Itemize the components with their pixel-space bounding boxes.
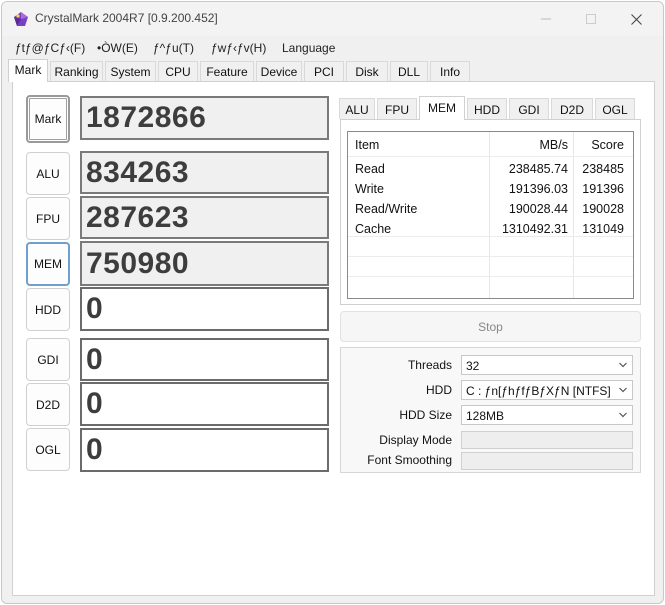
subtab-d2d[interactable]: D2D	[551, 98, 593, 119]
hdd-value: C : ƒn[ƒhƒfƒBƒXƒN [NTFS]	[466, 384, 611, 398]
tab-cpu[interactable]: CPU	[158, 61, 198, 81]
menu-file[interactable]: ƒtƒ@ƒCƒ‹(F)	[15, 41, 85, 55]
subtab-alu[interactable]: ALU	[339, 98, 375, 119]
chevron-down-icon	[619, 387, 627, 393]
menu-language[interactable]: Language	[282, 41, 335, 55]
tab-disk[interactable]: Disk	[346, 61, 388, 81]
header-item[interactable]: Item	[355, 132, 379, 156]
mark-panel: Mark 1872866 ALU 834263 FPU 287623 MEM 7…	[12, 81, 655, 596]
menu-bar: ƒtƒ@ƒCƒ‹(F) •ÒW(E) ƒ^ƒu(T) ƒwƒ‹ƒv(H) Lan…	[2, 38, 663, 58]
row-read-mbs: 238485.74	[508, 162, 568, 176]
subtab-ogl[interactable]: OGL	[595, 98, 635, 119]
chevron-down-icon	[619, 412, 627, 418]
row-write-score: 191396	[582, 182, 624, 196]
subtab-hdd[interactable]: HDD	[467, 98, 507, 119]
row-read-item: Read	[355, 162, 385, 176]
display-mode-field[interactable]	[461, 431, 633, 449]
row-readwrite-mbs: 190028.44	[508, 202, 568, 216]
hdd-score: 0	[80, 287, 329, 331]
settings-group: Threads 32 HDD C : ƒn[ƒhƒfƒBƒXƒN [NTFS] …	[340, 347, 641, 473]
subtab-gdi[interactable]: GDI	[509, 98, 549, 119]
tab-system[interactable]: System	[105, 61, 156, 81]
app-window: CrystalMark 2004R7 [0.9.200.452] ƒtƒ@ƒCƒ…	[1, 1, 664, 604]
row-readwrite-score: 190028	[582, 202, 624, 216]
header-mbs[interactable]: MB/s	[490, 132, 568, 156]
mem-result-table: Item MB/s Score Read 238485.74 238485 Wr…	[347, 131, 634, 299]
font-smoothing-label: Font Smoothing	[367, 453, 452, 467]
tab-ranking[interactable]: Ranking	[50, 61, 103, 81]
title-bar: CrystalMark 2004R7 [0.9.200.452]	[2, 2, 663, 36]
row-write-mbs: 191396.03	[508, 182, 568, 196]
maximize-icon	[586, 14, 596, 24]
hdd-button[interactable]: HDD	[26, 288, 70, 331]
mark-button[interactable]: Mark	[26, 95, 70, 143]
crystalmark-icon	[14, 12, 28, 26]
mem-button[interactable]: MEM	[26, 242, 70, 286]
header-score[interactable]: Score	[574, 132, 624, 156]
tab-mark[interactable]: Mark	[8, 59, 48, 82]
hdd-size-value: 128MB	[466, 409, 505, 423]
d2d-button[interactable]: D2D	[26, 383, 70, 426]
font-smoothing-field[interactable]	[461, 452, 633, 470]
stop-button[interactable]: Stop	[340, 311, 641, 342]
ogl-button[interactable]: OGL	[26, 428, 70, 471]
row-cache-mbs: 1310492.31	[501, 222, 568, 236]
close-button[interactable]	[613, 2, 659, 36]
hdd-size-label: HDD Size	[399, 408, 452, 422]
minimize-icon	[541, 18, 551, 20]
gdi-button[interactable]: GDI	[26, 338, 70, 381]
window-title: CrystalMark 2004R7 [0.9.200.452]	[35, 11, 218, 25]
row-cache-score: 131049	[582, 222, 624, 236]
row-readwrite-item: Read/Write	[355, 202, 418, 216]
display-mode-label: Display Mode	[379, 433, 452, 447]
subtab-fpu[interactable]: FPU	[377, 98, 417, 119]
tab-device[interactable]: Device	[256, 61, 302, 81]
menu-help[interactable]: ƒwƒ‹ƒv(H)	[211, 41, 266, 55]
menu-tab[interactable]: ƒ^ƒu(T)	[153, 41, 194, 55]
alu-button[interactable]: ALU	[26, 152, 70, 195]
mem-score: 750980	[80, 241, 329, 286]
hdd-size-select[interactable]: 128MB	[461, 405, 633, 425]
tab-dll[interactable]: DLL	[390, 61, 428, 81]
fpu-button[interactable]: FPU	[26, 197, 70, 240]
row-cache-item: Cache	[355, 222, 392, 236]
tab-info[interactable]: Info	[430, 61, 470, 81]
tab-feature[interactable]: Feature	[200, 61, 254, 81]
threads-label: Threads	[407, 358, 452, 372]
alu-score: 834263	[80, 151, 329, 194]
menu-edit[interactable]: •ÒW(E)	[97, 41, 138, 55]
threads-value: 32	[466, 359, 480, 373]
hdd-label: HDD	[426, 383, 452, 397]
close-icon	[630, 13, 642, 25]
row-read-score: 238485	[582, 162, 624, 176]
d2d-score: 0	[80, 382, 329, 426]
ogl-score: 0	[80, 428, 329, 472]
chevron-down-icon	[619, 362, 627, 368]
threads-select[interactable]: 32	[461, 355, 633, 375]
gdi-score: 0	[80, 338, 329, 381]
subtab-mem[interactable]: MEM	[419, 96, 465, 120]
mem-result-panel: Item MB/s Score Read 238485.74 238485 Wr…	[340, 119, 641, 305]
tab-pci[interactable]: PCI	[304, 61, 344, 81]
mark-score: 1872866	[80, 96, 329, 140]
minimize-button[interactable]	[523, 2, 569, 36]
row-write-item: Write	[355, 182, 384, 196]
fpu-score: 287623	[80, 196, 329, 239]
hdd-select[interactable]: C : ƒn[ƒhƒfƒBƒXƒN [NTFS]	[461, 380, 633, 400]
maximize-button[interactable]	[568, 2, 614, 36]
